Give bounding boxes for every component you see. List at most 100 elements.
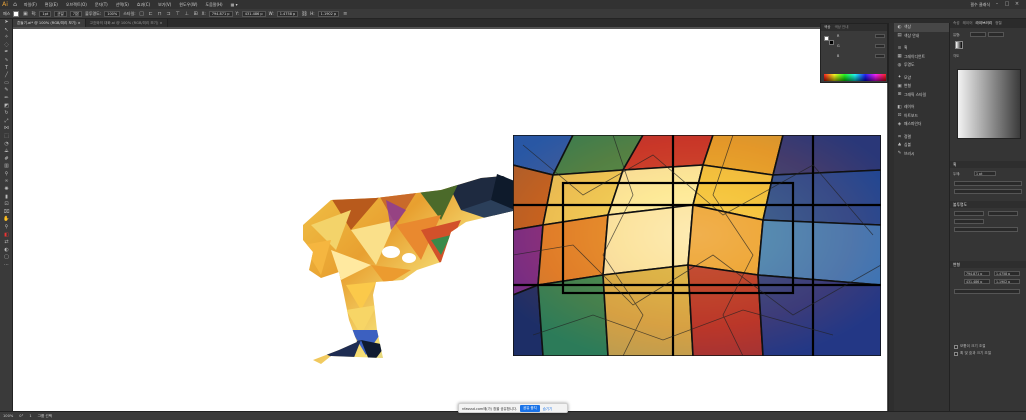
scale-corners-option[interactable]: 모퉁이 크기 조절 [954,344,985,349]
artboard-number[interactable]: 1 [29,414,31,418]
gradient-preview[interactable] [957,69,1021,139]
weight-field[interactable]: 1 pt [974,171,996,176]
panel-item-artboards[interactable]: ⊡ 아트보드 [894,112,949,121]
h-field[interactable]: 1.1902 p [317,10,340,17]
rotation-angle[interactable]: 0° [19,414,23,418]
mesh-tool-icon[interactable]: # [1,156,12,164]
transform-w-field[interactable]: 1.4758 p [994,271,1020,276]
menu-object[interactable]: 오브젝트(O) [62,2,91,8]
blue-value-field[interactable] [875,54,885,58]
panel-item-stroke[interactable]: ≡ 획 [894,44,949,53]
layout-icon[interactable]: ▦ ▾ [227,2,242,7]
canvas-area[interactable] [13,27,893,411]
gradient-tool-icon[interactable]: ▥ [1,163,12,171]
fill-stroke-swatch-icon[interactable]: ◧ [1,232,12,240]
gradient-type-radial[interactable] [988,32,1004,37]
selection-tool-icon[interactable]: ➤ [1,19,12,27]
panel-item-pathfinder[interactable]: ◈ 패스파인더 [894,120,949,129]
shape-builder-tool-icon[interactable]: ◔ [1,141,12,149]
workspace-switcher[interactable]: 필수 클래식 [970,2,990,8]
artboard-tool-icon[interactable]: ⊡ [1,201,12,209]
align-center-icon[interactable]: ⊓ [157,11,163,17]
fill-swatch[interactable] [13,10,20,17]
stop-sharing-button[interactable]: 공유 중지 [520,404,540,412]
minimize-icon[interactable]: – [994,2,1000,7]
lasso-tool-icon[interactable]: ◌ [1,42,12,50]
opacity-section-header[interactable]: 불투명도 [950,201,1026,208]
scale-strokes-option[interactable]: 획 및 효과 크기 조절 [954,351,991,356]
menu-options-icon[interactable]: ≡ [342,11,348,17]
menu-file[interactable]: 파일(F) [20,2,41,8]
panel-item-color-guide[interactable]: ▤ 색상 안내 [894,32,949,41]
eraser-tool-icon[interactable]: ◩ [1,103,12,111]
red-value-field[interactable] [875,34,885,38]
opacity-field[interactable]: 100% [104,10,121,17]
pistol-artwork[interactable] [291,170,521,385]
menu-window[interactable]: 윈도우(W) [175,2,201,8]
brush-profile-dropdown[interactable]: 균일 [54,10,67,17]
scale-strokes-checkbox[interactable] [954,351,958,356]
edit-toolbar-icon[interactable]: ⋯ [1,262,12,270]
y-field[interactable]: 431.486 p [241,10,266,17]
green-value-field[interactable] [875,44,885,48]
panel-item-layers[interactable]: ◧ 레이어 [894,103,949,112]
align-middle-icon[interactable]: ⊥ [184,11,190,17]
hand-tool-icon[interactable]: ✋ [1,216,12,224]
tab-align[interactable]: 정렬 [995,21,1002,26]
panel-item-transform[interactable]: ▣ 변형 [894,82,949,91]
swap-colors-icon[interactable]: ⇄ [1,239,12,247]
menu-edit[interactable]: 편집(E) [41,2,62,8]
zoom-level[interactable]: 100% [3,414,13,418]
transform-h-field[interactable]: 1.1902 p [994,279,1020,284]
menu-select[interactable]: 선택(S) [112,2,133,8]
cap-options-row[interactable] [954,181,1022,186]
knockout-group-row[interactable] [954,227,1018,232]
transform-y-field[interactable]: 431.486 p [964,279,990,284]
panel-item-symbols[interactable]: ♣ 심볼 [894,141,949,150]
tab-properties[interactable]: 속성 [953,21,960,26]
stroke-swatch-icon[interactable]: ▣ [22,11,28,17]
transform-flip-row[interactable] [954,289,1020,294]
scale-corners-checkbox[interactable] [954,344,958,349]
tab-inactive-document[interactable]: 고흐와의 대화.ai @ 100% (RGB/미리 보기) × [85,19,168,27]
curvature-tool-icon[interactable]: ∿ [1,57,12,65]
brush-definition-dropdown[interactable]: 기본 [69,10,83,17]
tab-color-guide[interactable]: 색상 안내 [834,25,848,30]
tab-color[interactable]: 색상 [824,25,830,30]
panel-item-color[interactable]: ◐ 색상 [894,23,949,32]
screen-mode-icon[interactable]: ▢ [1,254,12,262]
draw-mode-icon[interactable]: ◐ [1,247,12,255]
blend-mode-dropdown[interactable] [954,211,984,216]
hide-notification-link[interactable]: 숨기기 [543,406,552,411]
transform-section-header[interactable]: 변형 [950,261,1026,268]
magic-wand-tool-icon[interactable]: ✧ [1,34,12,42]
stroke-weight-field[interactable]: 1pt [39,10,52,17]
transform-x-field[interactable]: 794.871 p [964,271,990,276]
scale-tool-icon[interactable]: ⤢ [1,118,12,126]
pen-tool-icon[interactable]: ✒ [1,49,12,57]
stroke-section-header[interactable]: 획 [950,161,1026,168]
opacity-percent-field[interactable] [988,211,1018,216]
tab-layers[interactable]: 레이어 [963,21,973,26]
tab-active-document[interactable]: 흔들기.ai* @ 100% (RGB/미리 보기) × [13,19,86,27]
link-icon[interactable]: ⛓ [301,11,307,17]
panel-item-gradient[interactable]: ▦ 그레이디언트 [894,53,949,62]
opacity-mask-field[interactable] [954,219,984,224]
width-tool-icon[interactable]: ⋈ [1,125,12,133]
panel-item-appearance[interactable]: ✦ 모양 [894,74,949,83]
menu-type[interactable]: 문자(T) [91,2,112,8]
paintbrush-tool-icon[interactable]: ✎ [1,87,12,95]
direct-selection-tool-icon[interactable]: ↖ [1,27,12,35]
eyedropper-tool-icon[interactable]: ⚲ [1,171,12,179]
perspective-grid-tool-icon[interactable]: ⟁ [1,148,12,156]
corner-options-row[interactable] [954,189,1022,194]
menu-view[interactable]: 보기(V) [154,2,175,8]
panel-item-brushes[interactable]: ✎ 브러시 [894,150,949,159]
stroke-color-swatch[interactable] [829,40,834,45]
blend-tool-icon[interactable]: ∞ [1,178,12,186]
stained-glass-image[interactable] [513,135,881,356]
gradient-type-linear[interactable] [970,32,986,37]
panel-item-align[interactable]: ⌗ 정렬 [894,133,949,142]
panel-item-transparency[interactable]: ◍ 투명도 [894,61,949,70]
gradient-thumbnail[interactable] [955,41,963,49]
